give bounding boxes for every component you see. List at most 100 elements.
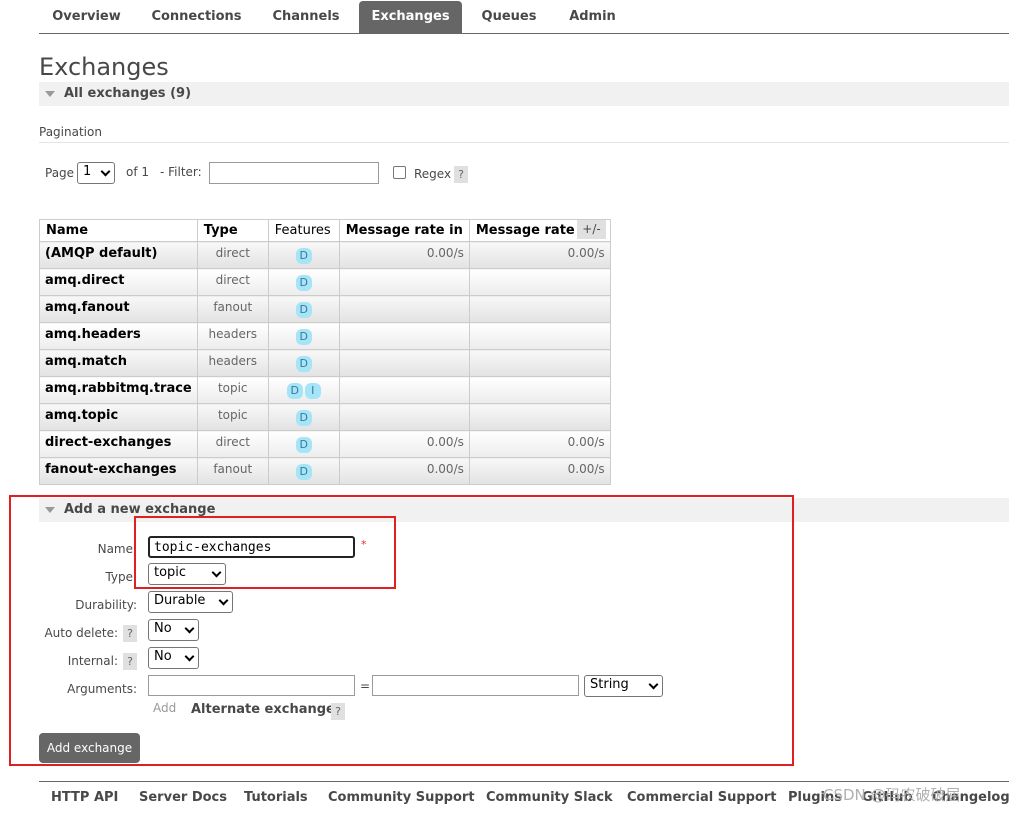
exchange-name-cell[interactable]: amq.rabbitmq.trace xyxy=(39,376,198,404)
rate-in-cell xyxy=(338,268,470,296)
exchange-type-cell: direct xyxy=(196,268,269,296)
footer-link-community-slack[interactable]: Community Slack xyxy=(486,790,613,805)
exchange-features-cell: D xyxy=(267,241,340,269)
exchange-features-cell: D xyxy=(267,295,340,323)
exchange-name-cell[interactable]: direct-exchanges xyxy=(39,430,198,458)
page-select-value: 1 xyxy=(83,164,92,179)
column-header-type[interactable]: Type xyxy=(196,219,269,242)
durable-badge: D xyxy=(295,356,312,372)
footer-divider xyxy=(39,781,1009,782)
rate-out-cell xyxy=(468,403,611,431)
all-exchanges-section-header[interactable]: All exchanges (9) xyxy=(39,82,1009,106)
rate-in-cell: 0.00/s xyxy=(338,430,470,458)
exchange-features-cell: D xyxy=(267,349,340,377)
table-row[interactable]: fanout-exchanges fanout D 0.00/s 0.00/s xyxy=(39,457,611,485)
tab-overview[interactable]: Overview xyxy=(39,1,134,33)
csdn-watermark: CSDN @码农破破屈 xyxy=(823,786,961,804)
rate-in-cell: 0.00/s xyxy=(338,457,470,485)
pagination-label: Pagination xyxy=(39,125,102,139)
page-label: Page xyxy=(45,166,75,180)
page-of-label: of 1 xyxy=(126,165,150,179)
chevron-down-icon xyxy=(100,166,111,177)
rate-out-cell xyxy=(468,268,611,296)
column-header-name[interactable]: Name xyxy=(39,219,198,242)
collapse-triangle-icon xyxy=(45,91,55,97)
exchange-type-cell: headers xyxy=(196,349,269,377)
footer-link-server-docs[interactable]: Server Docs xyxy=(139,790,227,805)
exchange-features-cell: DI xyxy=(267,376,340,404)
exchange-type-cell: topic xyxy=(196,403,269,431)
exchange-type-cell: topic xyxy=(196,376,269,404)
rate-in-cell: 0.00/s xyxy=(338,241,470,269)
rate-out-cell xyxy=(468,349,611,377)
exchange-name-cell[interactable]: fanout-exchanges xyxy=(39,457,198,485)
rate-out-cell xyxy=(468,295,611,323)
column-header-features: Features xyxy=(267,219,340,242)
regex-checkbox[interactable] xyxy=(393,166,406,179)
table-row[interactable]: amq.headers headers D xyxy=(39,322,611,350)
tab-exchanges[interactable]: Exchanges xyxy=(359,1,462,33)
durable-badge: D xyxy=(295,464,312,480)
table-row[interactable]: amq.rabbitmq.trace topic D I xyxy=(39,376,611,404)
exchange-type-cell: headers xyxy=(196,322,269,350)
rate-in-cell xyxy=(338,403,470,431)
exchange-name-cell[interactable]: amq.match xyxy=(39,349,198,377)
table-row[interactable]: (AMQP default) direct D 0.00/s 0.00/s xyxy=(39,241,611,269)
table-row[interactable]: amq.match headers D xyxy=(39,349,611,377)
all-exchanges-label: All exchanges (9) xyxy=(64,86,192,101)
durable-badge: D xyxy=(295,248,312,264)
footer-link-http-api[interactable]: HTTP API xyxy=(51,790,118,805)
pagination-divider xyxy=(39,142,1009,143)
regex-help-icon[interactable]: ? xyxy=(454,166,468,183)
durable-badge: D xyxy=(286,383,303,399)
table-row[interactable]: direct-exchanges direct D 0.00/s 0.00/s xyxy=(39,430,611,458)
page-select[interactable]: 1 xyxy=(77,162,115,184)
exchange-type-cell: fanout xyxy=(196,295,269,323)
toggle-columns-button[interactable]: +/- xyxy=(577,220,606,239)
exchange-type-cell: direct xyxy=(196,241,269,269)
exchange-name-cell[interactable]: amq.direct xyxy=(39,268,198,296)
rate-out-cell xyxy=(468,322,611,350)
tab-channels[interactable]: Channels xyxy=(259,1,353,33)
footer-link-community-support[interactable]: Community Support xyxy=(328,790,475,805)
exchange-name-cell[interactable]: amq.headers xyxy=(39,322,198,350)
table-row[interactable]: amq.topic topic D xyxy=(39,403,611,431)
rate-out-cell: 0.00/s xyxy=(468,430,611,458)
annotation-highlight-form xyxy=(9,495,794,766)
table-header-row: Name Type Features Message rate in Messa… xyxy=(39,219,611,242)
exchange-features-cell: D xyxy=(267,268,340,296)
tab-admin[interactable]: Admin xyxy=(554,1,631,33)
tab-queues[interactable]: Queues xyxy=(468,1,550,33)
tab-connections[interactable]: Connections xyxy=(140,1,253,33)
exchange-name-cell[interactable]: amq.topic xyxy=(39,403,198,431)
filter-label: - Filter: xyxy=(160,165,202,179)
rate-in-cell xyxy=(338,295,470,323)
exchange-features-cell: D xyxy=(267,403,340,431)
footer-link-commercial-support[interactable]: Commercial Support xyxy=(627,790,777,805)
rate-out-cell: 0.00/s xyxy=(468,241,611,269)
rate-in-cell xyxy=(338,322,470,350)
footer-link-tutorials[interactable]: Tutorials xyxy=(244,790,308,805)
exchanges-table: Name Type Features Message rate in Messa… xyxy=(39,219,611,485)
filter-input[interactable] xyxy=(209,162,379,184)
exchange-name-cell[interactable]: (AMQP default) xyxy=(39,241,198,269)
page-title: Exchanges xyxy=(39,53,169,81)
exchange-features-cell: D xyxy=(267,322,340,350)
rate-in-cell xyxy=(338,376,470,404)
exchange-features-cell: D xyxy=(267,457,340,485)
main-nav: Overview Connections Channels Exchanges … xyxy=(39,0,1009,34)
exchange-type-cell: fanout xyxy=(196,457,269,485)
durable-badge: D xyxy=(295,275,312,291)
durable-badge: D xyxy=(295,437,312,453)
annotation-highlight-name-type xyxy=(134,516,396,589)
table-row[interactable]: amq.fanout fanout D xyxy=(39,295,611,323)
exchange-name-cell[interactable]: amq.fanout xyxy=(39,295,198,323)
durable-badge: D xyxy=(295,329,312,345)
rate-out-cell xyxy=(468,376,611,404)
column-header-rate-in[interactable]: Message rate in xyxy=(338,219,470,242)
regex-label: Regex xyxy=(414,167,452,181)
rate-out-cell: 0.00/s xyxy=(468,457,611,485)
durable-badge: D xyxy=(295,410,312,426)
exchange-features-cell: D xyxy=(267,430,340,458)
table-row[interactable]: amq.direct direct D xyxy=(39,268,611,296)
